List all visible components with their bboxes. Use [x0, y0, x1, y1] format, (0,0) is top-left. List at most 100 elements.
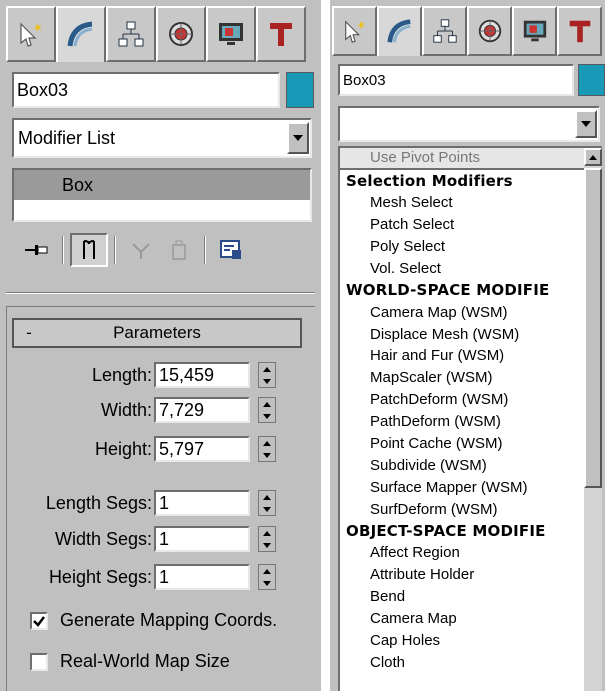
- list-item[interactable]: PathDeform (WSM): [340, 411, 584, 433]
- list-scrollbar[interactable]: [584, 148, 602, 691]
- command-panel-tabs: [6, 6, 306, 62]
- hierarchy-icon: [432, 19, 457, 43]
- length-spinner[interactable]: [258, 362, 276, 388]
- tab-utilities[interactable]: [557, 6, 602, 56]
- tab-hierarchy[interactable]: [106, 6, 156, 62]
- length-input[interactable]: 15,459: [154, 362, 250, 388]
- param-label: Height:: [94, 438, 152, 459]
- generate-mapping-coords-checkbox[interactable]: [30, 611, 48, 630]
- parameters-rollout-header[interactable]: - Parameters: [12, 318, 302, 348]
- list-category-header: OBJECT-SPACE MODIFIE: [346, 522, 546, 541]
- list-item[interactable]: MapScaler (WSM): [340, 367, 584, 389]
- modifier-list-dropdown[interactable]: Modifier List: [12, 118, 312, 158]
- list-item[interactable]: Affect Region: [340, 542, 584, 564]
- generate-mapping-coords-option[interactable]: Generate Mapping Coords.: [30, 610, 277, 631]
- list-item[interactable]: Attribute Holder: [340, 564, 584, 586]
- tab-display[interactable]: [512, 6, 557, 56]
- toolbar-separator: [114, 236, 116, 264]
- list-item[interactable]: Poly Select: [340, 236, 584, 258]
- tab-create[interactable]: [6, 6, 56, 62]
- param-label: Length:: [91, 364, 152, 385]
- param-label: Length Segs:: [45, 492, 152, 513]
- height-spinner[interactable]: [258, 436, 276, 462]
- command-panel-modifier-list-open: Box03 Use Pivot Points Selection Modifier…: [330, 0, 605, 691]
- real-world-map-size-option[interactable]: Real-World Map Size: [30, 651, 230, 672]
- width-spinner[interactable]: [258, 397, 276, 423]
- show-end-result-icon: [83, 240, 95, 259]
- list-item[interactable]: Vol. Select: [340, 257, 584, 279]
- width-segs-spinner[interactable]: [258, 526, 276, 552]
- param-height-segs: Height Segs: 1: [12, 564, 276, 590]
- configure-modifier-sets-button[interactable]: [212, 233, 250, 267]
- modify-arc-icon: [67, 21, 93, 47]
- tab-create[interactable]: [332, 6, 377, 56]
- list-category-header: WORLD-SPACE MODIFIE: [346, 281, 550, 300]
- list-item[interactable]: Cloth: [340, 651, 584, 673]
- list-item[interactable]: Camera Map (WSM): [340, 301, 584, 323]
- modifier-list-value: Modifier List: [18, 127, 116, 148]
- tab-modify[interactable]: [377, 6, 422, 56]
- display-monitor-icon: [219, 23, 243, 45]
- param-height: Height: 5,797: [12, 436, 276, 462]
- stack-item-box[interactable]: Box: [14, 170, 310, 200]
- list-item[interactable]: PatchDeform (WSM): [340, 389, 584, 411]
- object-color-swatch[interactable]: [578, 64, 605, 96]
- height-segs-spinner[interactable]: [258, 564, 276, 590]
- tab-hierarchy[interactable]: [422, 6, 467, 56]
- motion-wheel-icon: [169, 22, 193, 46]
- trash-icon: [172, 240, 186, 260]
- list-item[interactable]: Point Cache (WSM): [340, 433, 584, 455]
- list-item[interactable]: Cap Holes: [340, 630, 584, 652]
- length-segs-spinner[interactable]: [258, 490, 276, 516]
- scroll-up-arrow-icon[interactable]: [584, 148, 602, 166]
- list-item[interactable]: Displace Mesh (WSM): [340, 323, 584, 345]
- object-color-swatch[interactable]: [286, 72, 314, 108]
- tab-modify[interactable]: [56, 6, 106, 62]
- toolbar-separator: [62, 236, 64, 264]
- height-input[interactable]: 5,797: [154, 436, 250, 462]
- list-item[interactable]: Surface Mapper (WSM): [340, 476, 584, 498]
- list-item[interactable]: Mesh Select: [340, 192, 584, 214]
- modifier-dropdown-list: Use Pivot Points Selection Modifiers Mesh …: [338, 146, 602, 691]
- list-item[interactable]: Camera Map: [340, 608, 584, 630]
- dropdown-arrow-icon[interactable]: [575, 110, 597, 138]
- hierarchy-icon: [118, 21, 144, 47]
- modifier-items: Use Pivot Points Selection Modifiers Mesh …: [340, 148, 584, 673]
- param-label: Width:: [100, 399, 152, 420]
- tab-utilities[interactable]: [256, 6, 306, 62]
- remove-modifier-button[interactable]: [160, 233, 198, 267]
- list-item[interactable]: Subdivide (WSM): [340, 454, 584, 476]
- object-name-field[interactable]: Box03: [338, 64, 574, 96]
- tab-display[interactable]: [206, 6, 256, 62]
- param-width-segs: Width Segs: 1: [12, 526, 276, 552]
- object-name-field[interactable]: Box03: [12, 72, 280, 108]
- list-item[interactable]: Patch Select: [340, 214, 584, 236]
- width-segs-input[interactable]: 1: [154, 526, 250, 552]
- collapse-icon: -: [26, 323, 32, 342]
- tab-motion[interactable]: [467, 6, 512, 56]
- list-item[interactable]: Use Pivot Points: [340, 148, 584, 170]
- dropdown-arrow-icon[interactable]: [287, 122, 309, 154]
- divider: [6, 292, 315, 294]
- pin-stack-button[interactable]: [18, 233, 56, 267]
- toolbar-separator: [204, 236, 206, 264]
- real-world-map-size-checkbox[interactable]: [30, 652, 48, 671]
- modifier-list-dropdown[interactable]: [338, 106, 600, 142]
- list-item[interactable]: SurfDeform (WSM): [340, 498, 584, 520]
- length-segs-input[interactable]: 1: [154, 490, 250, 516]
- width-input[interactable]: 7,729: [154, 397, 250, 423]
- rollout-title: Parameters: [113, 323, 201, 342]
- list-item[interactable]: Hair and Fur (WSM): [340, 345, 584, 367]
- make-unique-icon: [132, 243, 150, 259]
- configure-sets-icon: [220, 240, 241, 259]
- scrollbar-thumb[interactable]: [584, 168, 602, 488]
- tab-motion[interactable]: [156, 6, 206, 62]
- height-segs-input[interactable]: 1: [154, 564, 250, 590]
- make-unique-button[interactable]: [122, 233, 160, 267]
- checkbox-label: Generate Mapping Coords.: [60, 610, 278, 630]
- create-cursor-icon: [344, 20, 365, 43]
- list-item[interactable]: Bend: [340, 586, 584, 608]
- hammer-icon: [569, 20, 590, 43]
- show-end-result-button[interactable]: [70, 233, 108, 267]
- param-label: Width Segs:: [54, 528, 152, 549]
